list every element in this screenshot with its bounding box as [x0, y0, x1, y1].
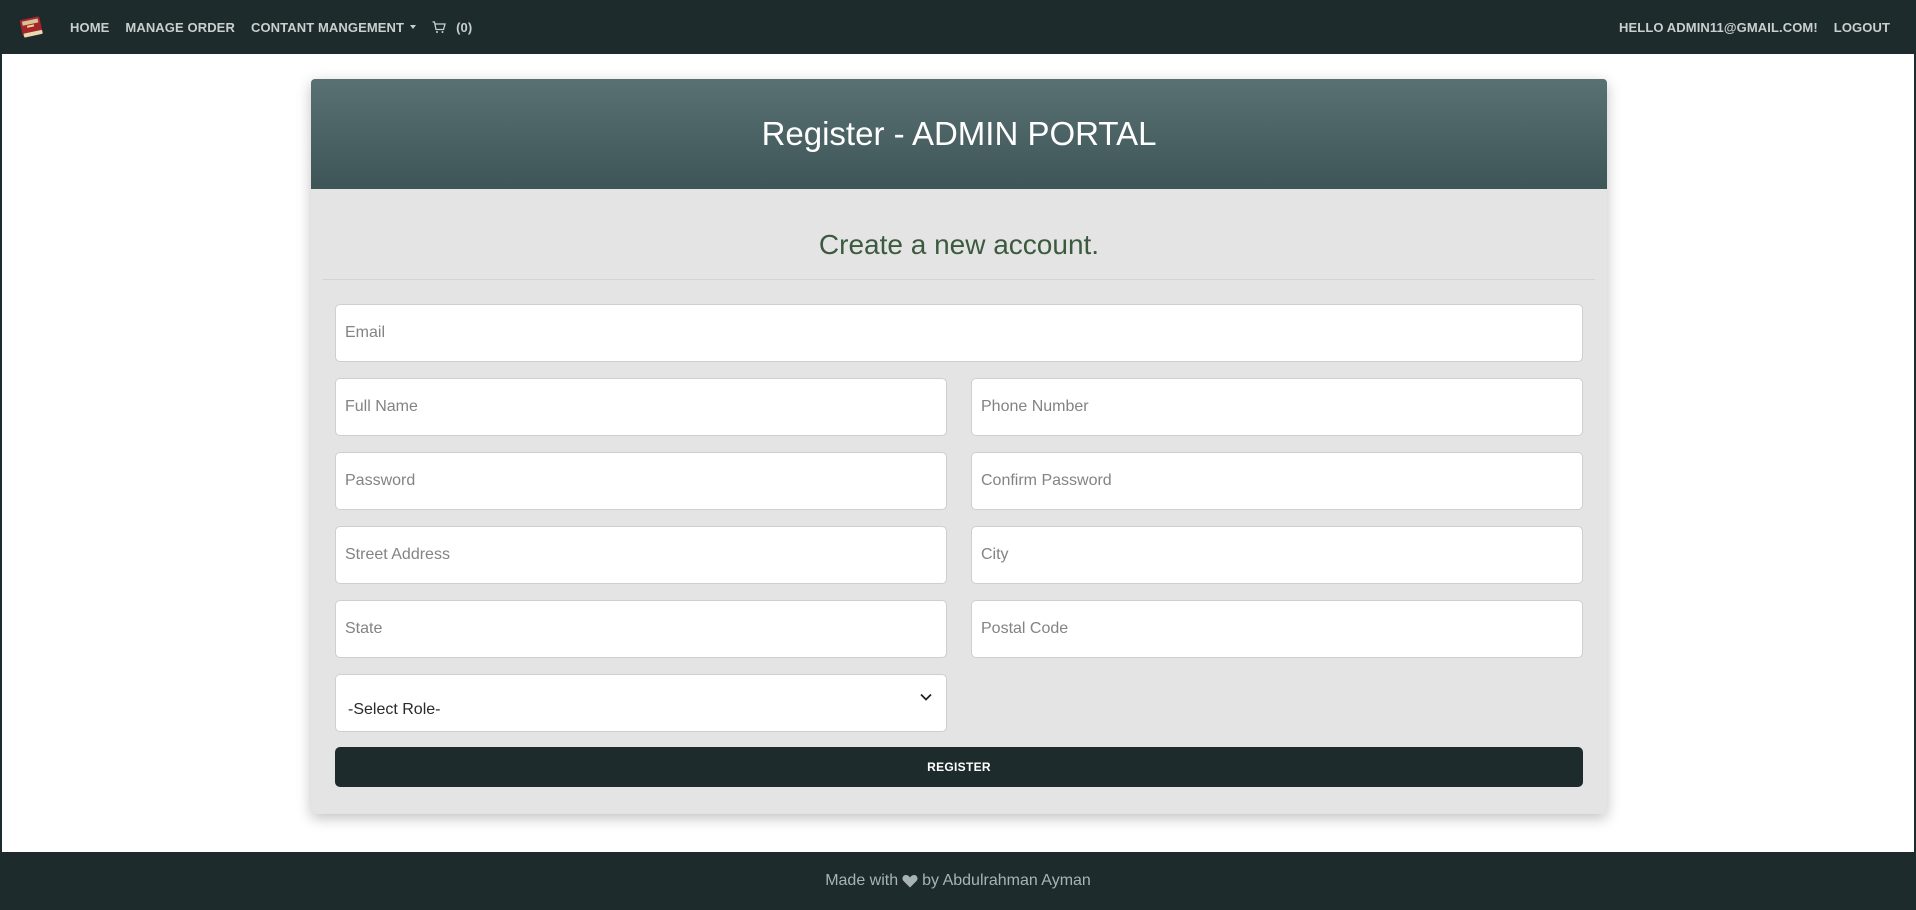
- nav-manage-order[interactable]: MANAGE ORDER: [125, 20, 235, 35]
- caret-down-icon: [410, 25, 417, 29]
- heart-icon: [902, 874, 918, 888]
- city-field[interactable]: City: [971, 526, 1583, 584]
- nav-home-label: HOME: [70, 19, 110, 35]
- register-form: Email Full Name Phone Number Password Co…: [311, 280, 1607, 787]
- logout-link[interactable]: LOGOUT: [1834, 20, 1890, 35]
- full-name-placeholder: Full Name: [345, 398, 418, 415]
- cart-count: (0): [456, 19, 473, 35]
- card-header: Register - ADMIN PORTAL: [311, 79, 1607, 189]
- role-select[interactable]: -Select Role-: [335, 674, 947, 732]
- street-address-field[interactable]: Street Address: [335, 526, 947, 584]
- footer-made-with: Made with: [825, 872, 899, 889]
- password-placeholder: Password: [345, 472, 416, 489]
- register-button-label: REGISTER: [927, 760, 991, 774]
- page-title: Register - ADMIN PORTAL: [761, 115, 1157, 152]
- form-row-name-phone: Full Name Phone Number: [335, 378, 1583, 436]
- state-field[interactable]: State: [335, 600, 947, 658]
- register-card: Register - ADMIN PORTAL Create a new acc…: [311, 79, 1607, 814]
- user-greeting-link[interactable]: HELLO ADMIN11@GMAIL.COM!: [1619, 20, 1818, 35]
- footer-author: by Abdulrahman Ayman: [922, 872, 1091, 889]
- footer: Made with by Abdulrahman Ayman: [2, 852, 1914, 910]
- phone-number-field[interactable]: Phone Number: [971, 378, 1583, 436]
- phone-number-placeholder: Phone Number: [981, 398, 1089, 415]
- password-field[interactable]: Password: [335, 452, 947, 510]
- role-select-value: -Select Role-: [348, 701, 441, 718]
- postal-code-placeholder: Postal Code: [981, 620, 1069, 637]
- street-address-placeholder: Street Address: [345, 546, 450, 563]
- chevron-down-icon: [920, 693, 932, 701]
- city-placeholder: City: [981, 546, 1009, 563]
- full-name-field[interactable]: Full Name: [335, 378, 947, 436]
- nav-cart[interactable]: (0): [432, 20, 472, 35]
- nav-right-group: HELLO ADMIN11@GMAIL.COM! LOGOUT: [1603, 20, 1900, 35]
- form-row-state-postal: State Postal Code: [335, 600, 1583, 658]
- register-button[interactable]: REGISTER: [335, 747, 1583, 787]
- book-logo-icon[interactable]: [16, 12, 46, 42]
- user-greeting-text: HELLO ADMIN11@GMAIL.COM!: [1619, 19, 1818, 35]
- form-row-street-city: Street Address City: [335, 526, 1583, 584]
- email-field[interactable]: Email: [335, 304, 1583, 362]
- cart-icon: [432, 20, 446, 33]
- form-subtitle: Create a new account.: [818, 229, 1100, 260]
- nav-content-management-label: CONTANT MANGEMENT: [250, 19, 405, 35]
- nav-home[interactable]: HOME: [70, 20, 109, 35]
- email-placeholder: Email: [345, 324, 386, 341]
- nav-content-management-dropdown[interactable]: CONTANT MANGEMENT: [250, 19, 417, 35]
- postal-code-field[interactable]: Postal Code: [971, 600, 1583, 658]
- top-navbar: HOME MANAGE ORDER CONTANT MANGEMENT (0) …: [2, 0, 1914, 54]
- confirm-password-field[interactable]: Confirm Password: [971, 452, 1583, 510]
- form-row-passwords: Password Confirm Password: [335, 452, 1583, 510]
- state-placeholder: State: [345, 620, 383, 637]
- confirm-password-placeholder: Confirm Password: [981, 472, 1112, 489]
- logout-label: LOGOUT: [1833, 19, 1890, 35]
- nav-manage-order-label: MANAGE ORDER: [125, 19, 235, 35]
